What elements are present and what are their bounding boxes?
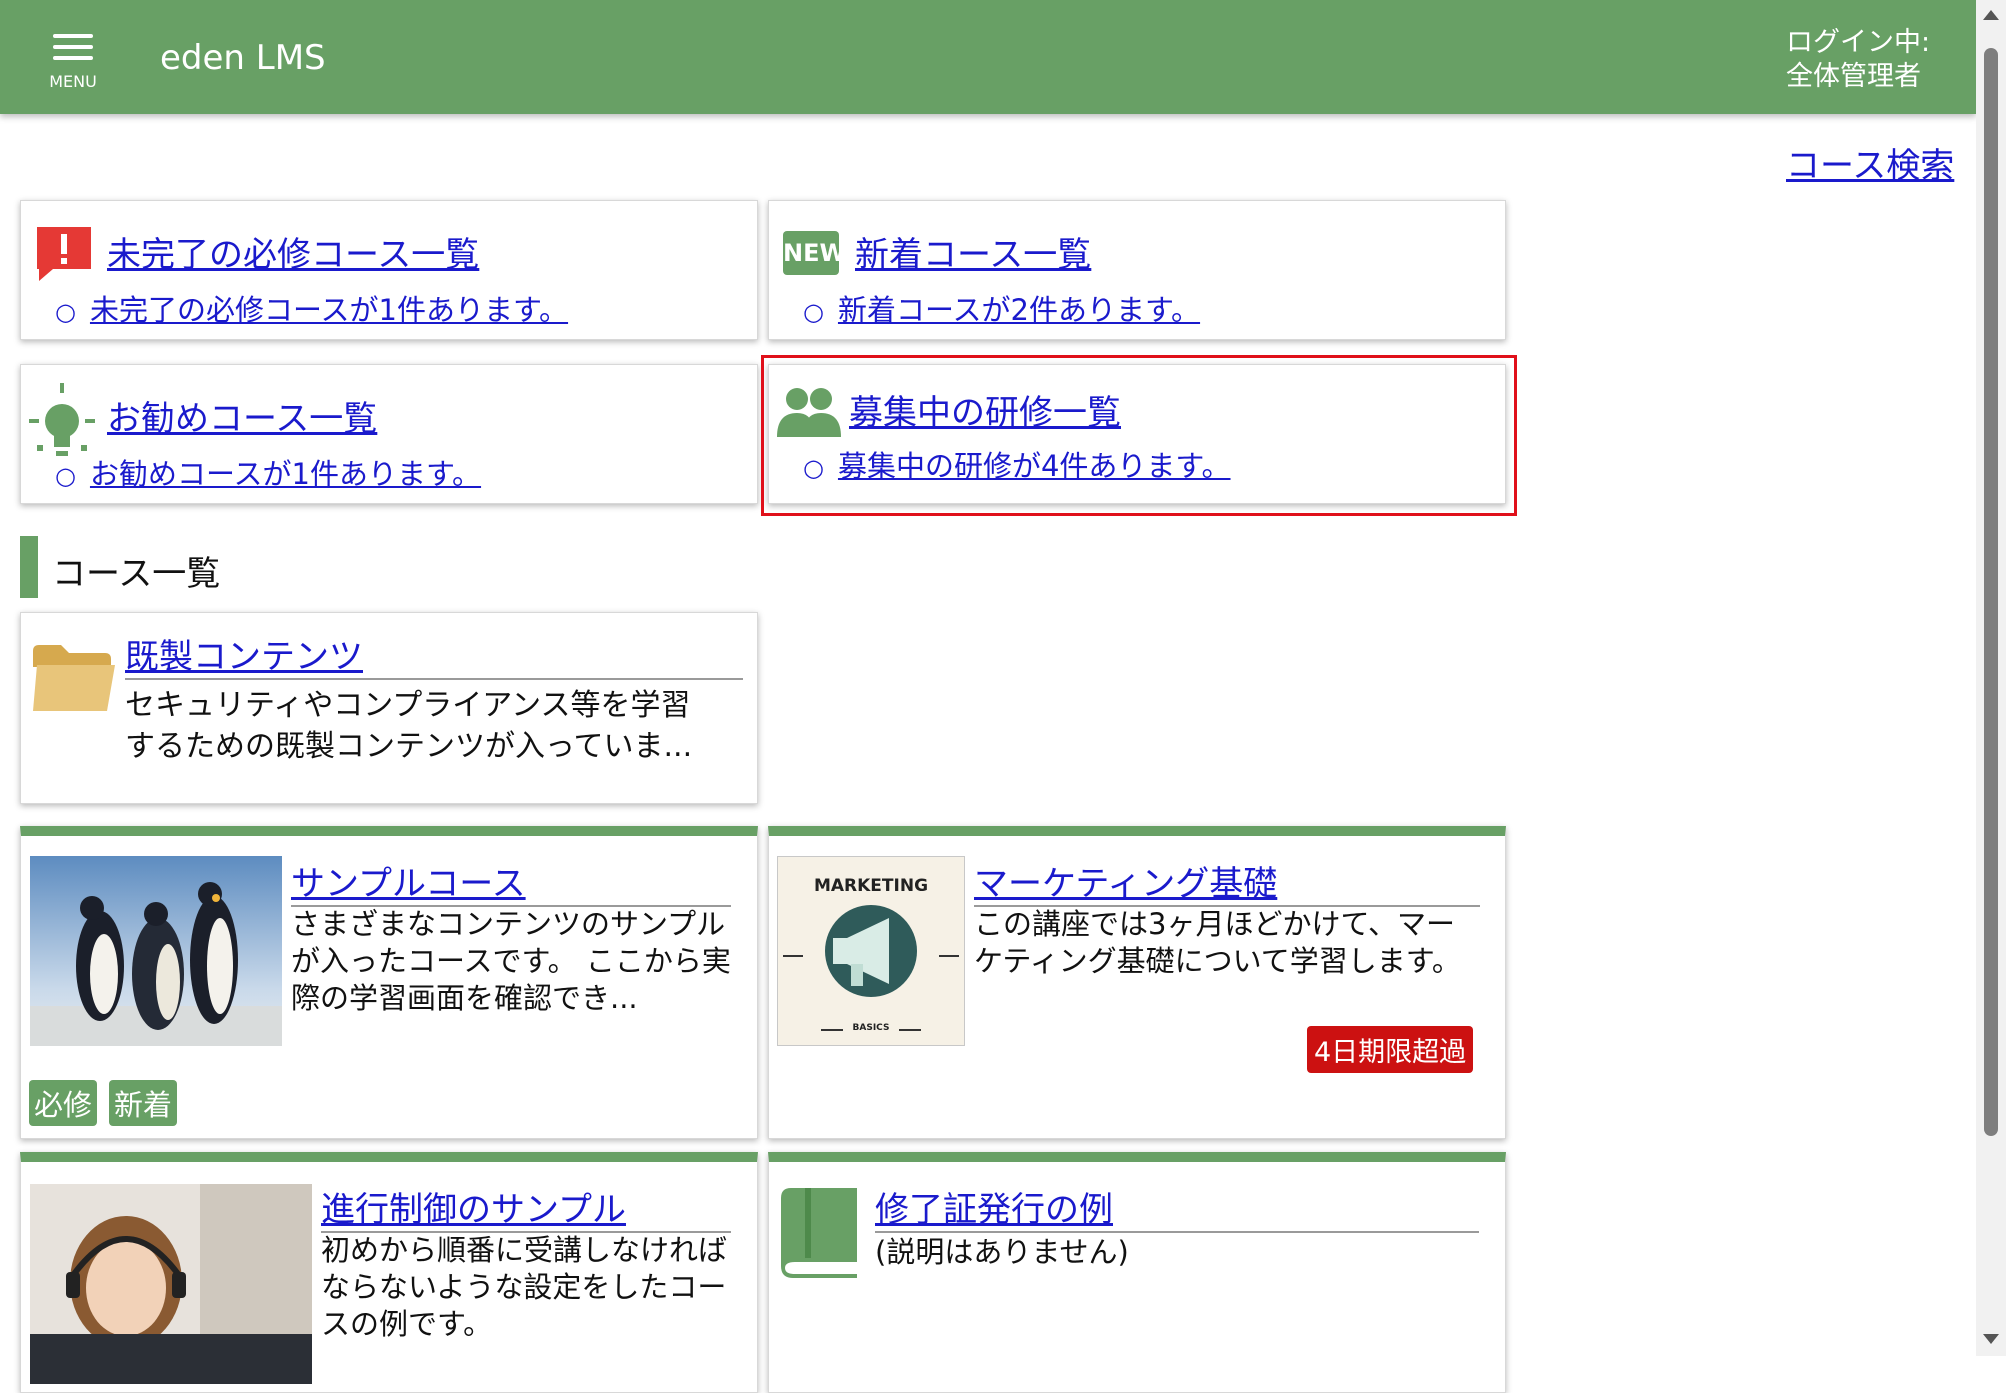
- course-card[interactable]: 修了証発行の例 (説明はありません): [768, 1152, 1506, 1393]
- folder-icon: [33, 645, 115, 711]
- incomplete-required-link[interactable]: 未完了の必修コースが1件あります。: [90, 293, 568, 327]
- recommended-courses-card: お勧めコース一覧 ○ お勧めコースが1件あります。: [20, 364, 758, 504]
- course-title[interactable]: サンプルコース: [291, 856, 731, 907]
- hamburger-icon-bar: [53, 45, 93, 49]
- login-user: 全体管理者: [1786, 61, 1921, 92]
- section-accent-bar: [20, 536, 38, 598]
- marketing-image-label-bottom: BASICS: [852, 1023, 890, 1033]
- section-title: コース一覧: [52, 554, 221, 594]
- bullet-icon: ○: [803, 298, 824, 326]
- vertical-scrollbar[interactable]: [1976, 0, 2006, 1356]
- course-card[interactable]: 進行制御のサンプル 初めから順番に受講しなければならないような設定をしたコースの…: [20, 1152, 758, 1393]
- course-card[interactable]: サンプルコース さまざまなコンテンツのサンプルが入ったコースです。 ここから実際…: [20, 826, 758, 1139]
- hamburger-icon-bar: [53, 56, 93, 60]
- app-title[interactable]: eden LMS: [160, 38, 326, 78]
- recommended-courses-link[interactable]: お勧めコースが1件あります。: [90, 457, 481, 491]
- bullet-icon: ○: [55, 462, 76, 490]
- scroll-up-arrow-icon[interactable]: [1983, 10, 1999, 20]
- course-title[interactable]: 修了証発行の例: [875, 1182, 1479, 1233]
- hamburger-icon: [53, 34, 93, 38]
- folder-description: セキュリティやコンプライアンス等を学習するための既製コンテンツが入っていま...: [125, 688, 693, 764]
- list-item: ○ お勧めコースが1件あります。: [55, 451, 481, 493]
- new-courses-card: NEW 新着コース一覧 ○ 新着コースが2件あります。: [768, 200, 1506, 340]
- course-card[interactable]: MARKETING BASICS マーケティング基礎 この講座では3ヶ月ほどかけ…: [768, 826, 1506, 1139]
- menu-button[interactable]: MENU: [46, 30, 100, 92]
- course-description: 初めから順番に受講しなければならないような設定をしたコースの例です。: [321, 1233, 728, 1341]
- lightbulb-icon: [29, 383, 95, 456]
- new-courses-title[interactable]: 新着コース一覧: [855, 227, 1091, 276]
- incomplete-required-card: 未完了の必修コース一覧 ○ 未完了の必修コースが1件あります。: [20, 200, 758, 340]
- book-icon: [781, 1188, 857, 1278]
- deadline-exceeded-badge: 4日期限超過: [1307, 1026, 1474, 1073]
- course-title[interactable]: マーケティング基礎: [974, 856, 1480, 907]
- menu-label: MENU: [49, 72, 97, 91]
- bullet-icon: ○: [55, 298, 76, 326]
- highlight-box: [761, 355, 1517, 516]
- login-status: ログイン中: 全体管理者: [1786, 26, 1930, 94]
- scroll-thumb[interactable]: [1984, 48, 1998, 1136]
- new-icon: NEW: [783, 231, 846, 275]
- list-item: ○ 新着コースが2件あります。: [803, 287, 1200, 329]
- folder-title[interactable]: 既製コンテンツ: [125, 629, 743, 680]
- course-description: さまざまなコンテンツのサンプルが入ったコースです。 ここから実際の学習画面を確認…: [291, 907, 731, 1015]
- incomplete-required-title[interactable]: 未完了の必修コース一覧: [107, 227, 479, 276]
- penguins-image: [30, 856, 282, 1046]
- top-header: MENU eden LMS ログイン中: 全体管理者: [0, 0, 1976, 114]
- course-description: (説明はありません): [875, 1235, 1129, 1269]
- new-courses-link[interactable]: 新着コースが2件あります。: [838, 293, 1200, 327]
- marketing-image-label-top: MARKETING: [813, 876, 929, 896]
- alert-icon: [37, 227, 91, 281]
- course-search-link[interactable]: コース検索: [1786, 138, 1954, 187]
- course-description: この講座では3ヶ月ほどかけて、マーケティング基礎について学習します。: [974, 907, 1461, 978]
- folder-card[interactable]: 既製コンテンツ セキュリティやコンプライアンス等を学習するための既製コンテンツが…: [20, 612, 758, 804]
- required-badge: 必修: [29, 1080, 98, 1126]
- headset-woman-image: [30, 1184, 312, 1384]
- course-title[interactable]: 進行制御のサンプル: [321, 1182, 731, 1233]
- scroll-down-arrow-icon[interactable]: [1983, 1334, 1999, 1344]
- recommended-courses-title[interactable]: お勧めコース一覧: [107, 391, 377, 440]
- login-label: ログイン中:: [1786, 27, 1931, 58]
- list-item: ○ 未完了の必修コースが1件あります。: [55, 287, 568, 329]
- new-badge: 新着: [109, 1080, 178, 1126]
